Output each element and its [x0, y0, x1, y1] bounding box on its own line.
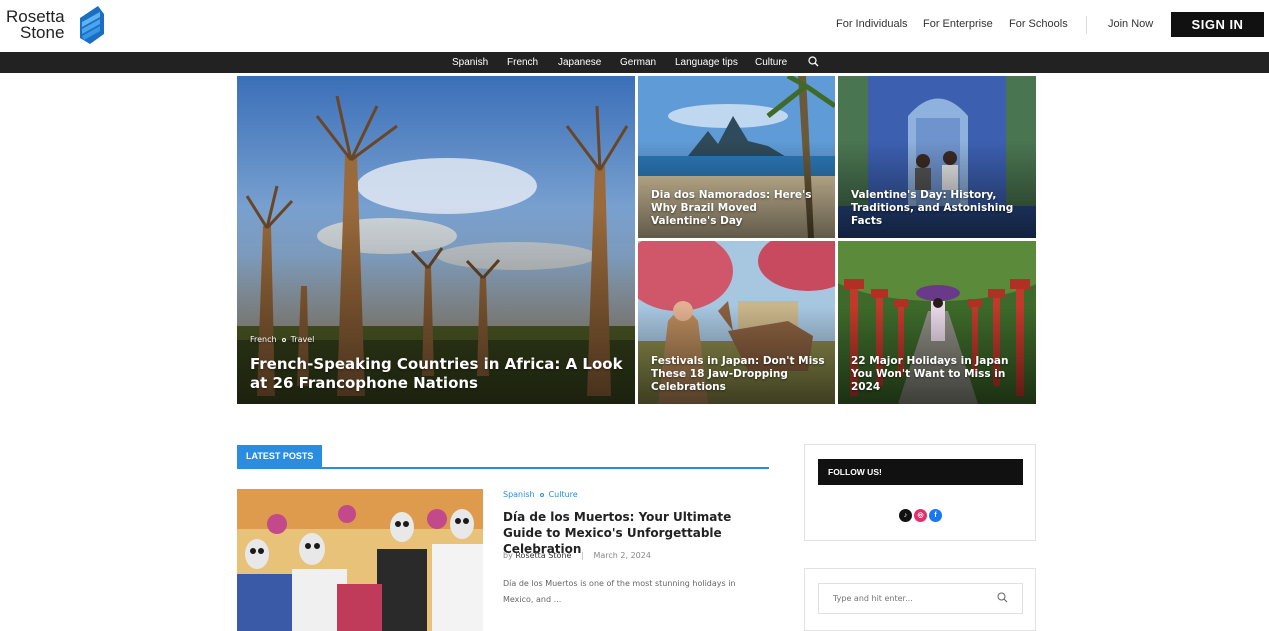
- hero-main-categories: French Travel: [250, 330, 625, 349]
- topic-nav-bar: Spanish French Japanese German Language …: [0, 52, 1269, 73]
- follow-us-widget: FOLLOW US! ♪ ◎ f: [804, 444, 1036, 541]
- logo-stone-icon: [80, 6, 104, 44]
- latest-posts-divider: [237, 467, 769, 469]
- category-french[interactable]: French: [250, 335, 277, 344]
- post-date: March 2, 2024: [593, 551, 651, 560]
- nav-for-schools[interactable]: For Schools: [1009, 18, 1068, 30]
- category-spanish[interactable]: Spanish: [503, 490, 535, 499]
- hero-tile-festivals-title[interactable]: Festivals in Japan: Don't Miss These 18 …: [651, 355, 825, 394]
- logo-line-2: Stone: [20, 23, 65, 42]
- search-icon[interactable]: [997, 592, 1008, 603]
- tiktok-icon[interactable]: ♪: [899, 509, 912, 522]
- topic-spanish[interactable]: Spanish: [452, 57, 488, 68]
- category-culture[interactable]: Culture: [549, 490, 578, 499]
- nav-divider: [1086, 16, 1087, 34]
- hero-main-title[interactable]: French-Speaking Countries in Africa: A L…: [250, 355, 625, 393]
- top-header: Rosetta Stone For Individuals For Enterp…: [0, 0, 1269, 52]
- post-meta: by Rosetta Stone March 2, 2024: [503, 551, 651, 560]
- category-travel[interactable]: Travel: [291, 335, 315, 344]
- hero-tile-holidays-title[interactable]: 22 Major Holidays in Japan You Won't Wan…: [851, 355, 1026, 394]
- hero-main-article[interactable]: French Travel French-Speaking Countries i…: [237, 76, 635, 404]
- hero-tile-holidays-japan[interactable]: 22 Major Holidays in Japan You Won't Wan…: [838, 241, 1036, 404]
- nav-for-enterprise[interactable]: For Enterprise: [923, 18, 993, 30]
- topic-japanese[interactable]: Japanese: [558, 57, 601, 68]
- rosetta-stone-logo[interactable]: Rosetta Stone: [6, 4, 106, 48]
- post-by: by: [503, 551, 513, 560]
- topic-culture[interactable]: Culture: [755, 57, 787, 68]
- facebook-icon[interactable]: f: [929, 509, 942, 522]
- follow-us-title: FOLLOW US!: [818, 459, 1023, 485]
- latest-posts-label: LATEST POSTS: [237, 445, 323, 468]
- topic-french[interactable]: French: [507, 57, 538, 68]
- hero-tile-valentines-title[interactable]: Valentine's Day: History, Traditions, an…: [851, 189, 1026, 228]
- hero-tile-valentines[interactable]: Valentine's Day: History, Traditions, an…: [838, 76, 1036, 238]
- sidebar-search-widget: [804, 568, 1036, 631]
- post-thumbnail[interactable]: [237, 489, 483, 631]
- search-icon[interactable]: [808, 56, 819, 67]
- logo-wordmark: Rosetta Stone: [6, 8, 65, 42]
- hero-main-caption: French Travel French-Speaking Countries i…: [250, 330, 625, 393]
- instagram-icon[interactable]: ◎: [914, 509, 927, 522]
- post-excerpt: Día de los Muertos is one of the most st…: [503, 579, 736, 604]
- topic-language-tips[interactable]: Language tips: [675, 57, 738, 68]
- post-categories: Spanish Culture: [503, 490, 578, 499]
- post-author[interactable]: Rosetta Stone: [515, 551, 571, 560]
- catrina-parade-image: [237, 489, 483, 631]
- hero-tile-brazil[interactable]: Dia dos Namorados: Here's Why Brazil Mov…: [638, 76, 835, 238]
- hero-tile-festivals-japan[interactable]: Festivals in Japan: Don't Miss These 18 …: [638, 241, 835, 404]
- sidebar-search-input[interactable]: [818, 583, 1023, 614]
- hero-tile-brazil-title[interactable]: Dia dos Namorados: Here's Why Brazil Mov…: [651, 189, 825, 228]
- join-now-link[interactable]: Join Now: [1108, 18, 1153, 30]
- topic-german[interactable]: German: [620, 57, 656, 68]
- sign-in-button[interactable]: SIGN IN: [1171, 12, 1264, 37]
- nav-for-individuals[interactable]: For Individuals: [836, 18, 908, 30]
- post-title[interactable]: Día de los Muertos: Your Ultimate Guide …: [503, 509, 773, 557]
